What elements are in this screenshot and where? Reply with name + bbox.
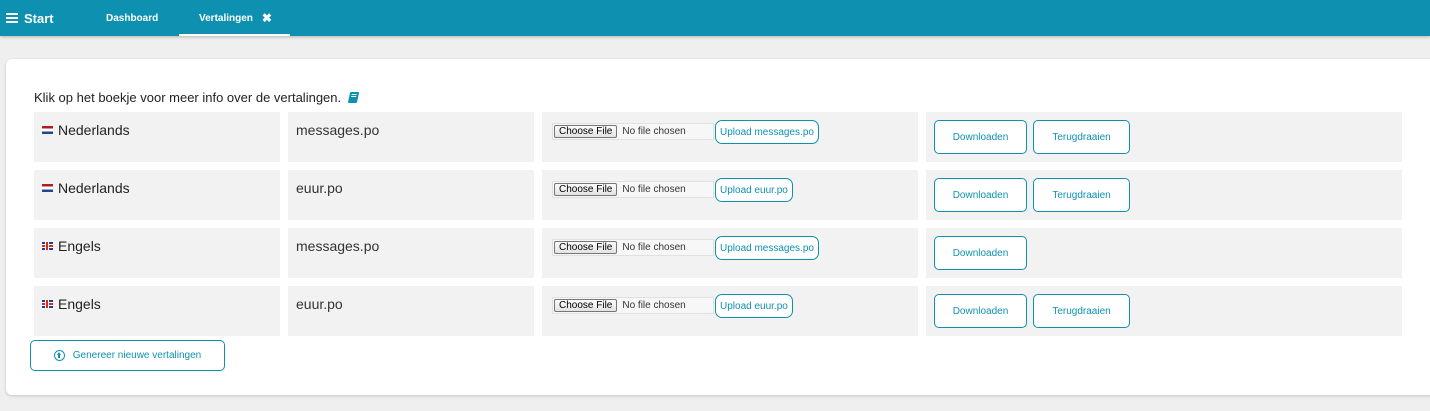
flag-gb-icon xyxy=(42,242,53,250)
upload-button[interactable]: Upload euur.po xyxy=(715,294,793,318)
intro-label: Klik op het boekje voor meer info over d… xyxy=(34,89,342,105)
language-cell: Nederlands xyxy=(34,170,280,220)
filename-label: euur.po xyxy=(296,296,343,312)
no-file-label: No file chosen xyxy=(622,184,686,195)
top-navbar: Start Dashboard Vertalingen ✖ xyxy=(0,0,1430,36)
filename-cell: euur.po xyxy=(288,286,534,336)
actions-cell: Downloaden Terugdraaien xyxy=(926,112,1402,162)
language-label: Engels xyxy=(58,296,101,312)
upload-button[interactable]: Upload messages.po xyxy=(715,236,819,260)
intro-text: Klik op het boekje voor meer info over d… xyxy=(34,88,360,106)
hamburger-icon xyxy=(6,13,18,23)
arrow-up-circle-icon xyxy=(53,350,65,361)
file-input[interactable]: Choose File No file chosen xyxy=(552,123,714,140)
download-button[interactable]: Downloaden xyxy=(934,178,1027,212)
close-tab-icon[interactable]: ✖ xyxy=(262,12,272,24)
translation-row: Nederlands messages.po Choose File No fi… xyxy=(34,112,1402,162)
choose-file-button[interactable]: Choose File xyxy=(554,125,618,138)
filename-cell: euur.po xyxy=(288,170,534,220)
revert-button[interactable]: Terugdraaien xyxy=(1033,294,1130,328)
upload-button[interactable]: Upload euur.po xyxy=(715,178,793,202)
translation-row: Nederlands euur.po Choose File No file c… xyxy=(34,170,1402,220)
upload-cell: Choose File No file chosen Upload euur.p… xyxy=(542,286,918,336)
filename-label: euur.po xyxy=(296,180,343,196)
translation-row: Engels messages.po Choose File No file c… xyxy=(34,228,1402,278)
filename-cell: messages.po xyxy=(288,228,534,278)
no-file-label: No file chosen xyxy=(622,242,686,253)
actions-cell: Downloaden xyxy=(926,228,1402,278)
upload-button[interactable]: Upload messages.po xyxy=(715,120,819,144)
generate-translations-button[interactable]: Genereer nieuwe vertalingen xyxy=(30,340,225,371)
choose-file-button[interactable]: Choose File xyxy=(554,241,618,254)
no-file-label: No file chosen xyxy=(622,126,686,137)
revert-button[interactable]: Terugdraaien xyxy=(1033,178,1130,212)
language-cell: Nederlands xyxy=(34,112,280,162)
book-icon[interactable] xyxy=(347,91,360,103)
tab-vertalingen[interactable]: Vertalingen ✖ xyxy=(179,0,290,36)
tab-vertalingen-label: Vertalingen xyxy=(199,12,253,24)
filename-label: messages.po xyxy=(296,122,380,138)
flag-gb-icon xyxy=(42,300,53,308)
upload-cell: Choose File No file chosen Upload euur.p… xyxy=(542,170,918,220)
tab-dashboard[interactable]: Dashboard xyxy=(106,0,158,36)
file-input[interactable]: Choose File No file chosen xyxy=(552,181,714,198)
generate-label: Genereer nieuwe vertalingen xyxy=(72,350,202,361)
choose-file-button[interactable]: Choose File xyxy=(554,299,618,312)
language-label: Nederlands xyxy=(58,180,130,196)
translation-row: Engels euur.po Choose File No file chose… xyxy=(34,286,1402,336)
flag-nl-icon xyxy=(42,126,53,134)
actions-cell: Downloaden Terugdraaien xyxy=(926,170,1402,220)
download-button[interactable]: Downloaden xyxy=(934,120,1027,154)
revert-button[interactable]: Terugdraaien xyxy=(1033,120,1130,154)
download-button[interactable]: Downloaden xyxy=(934,294,1027,328)
file-input[interactable]: Choose File No file chosen xyxy=(552,297,714,314)
language-label: Engels xyxy=(58,238,101,254)
actions-cell: Downloaden Terugdraaien xyxy=(926,286,1402,336)
filename-label: messages.po xyxy=(296,238,380,254)
upload-cell: Choose File No file chosen Upload messag… xyxy=(542,228,918,278)
start-menu-button[interactable]: Start xyxy=(6,9,54,27)
start-label: Start xyxy=(24,10,54,26)
filename-cell: messages.po xyxy=(288,112,534,162)
tab-dashboard-label: Dashboard xyxy=(106,12,159,24)
language-cell: Engels xyxy=(34,286,280,336)
language-label: Nederlands xyxy=(58,122,130,138)
download-button[interactable]: Downloaden xyxy=(934,236,1027,270)
no-file-label: No file chosen xyxy=(622,300,686,311)
flag-nl-icon xyxy=(42,184,53,192)
upload-cell: Choose File No file chosen Upload messag… xyxy=(542,112,918,162)
choose-file-button[interactable]: Choose File xyxy=(554,183,618,196)
file-input[interactable]: Choose File No file chosen xyxy=(552,239,714,256)
language-cell: Engels xyxy=(34,228,280,278)
